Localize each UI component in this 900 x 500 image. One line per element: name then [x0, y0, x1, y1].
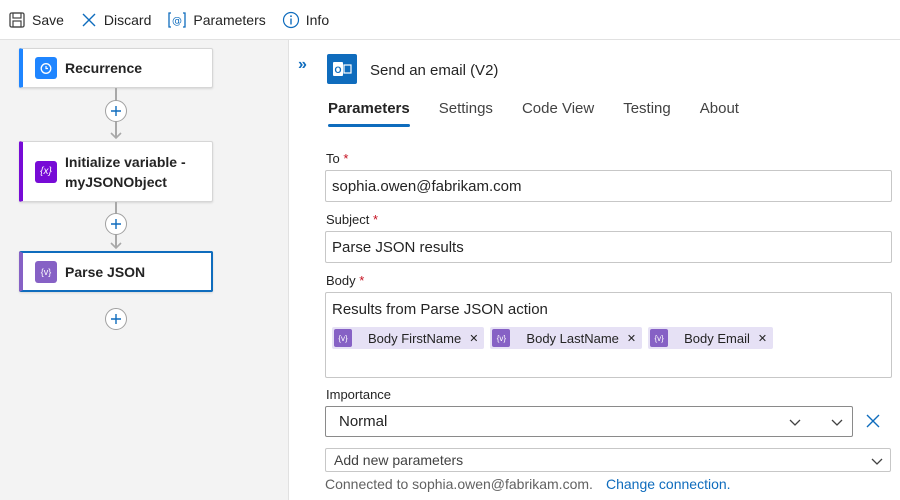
importance-label: Importance	[326, 387, 392, 402]
parse-json-title: Parse JSON	[65, 263, 146, 280]
arrow-down-icon	[110, 132, 122, 140]
parse-json-token-icon: {v}	[334, 329, 352, 347]
chevron-down-icon	[789, 419, 801, 426]
connection-status: Connected to sophia.owen@fabrikam.com.	[325, 476, 593, 492]
subject-label: Subject *	[326, 212, 379, 227]
body-label: Body *	[326, 273, 365, 288]
tab-code-view[interactable]: Code View	[522, 100, 594, 125]
add-new-parameters-placeholder: Add new parameters	[334, 452, 464, 468]
plus-icon	[111, 314, 121, 324]
variable-icon: {x}	[35, 160, 57, 183]
body-tokens: {v} Body FirstName ✕ {v} Body LastName ✕…	[332, 324, 885, 352]
tab-about[interactable]: About	[700, 100, 739, 125]
designer-canvas: Recurrence {x} Initialize variable - myJ…	[0, 40, 289, 500]
svg-text:@: @	[172, 16, 182, 27]
panel-tabs: Parameters Settings Code View Testing Ab…	[328, 100, 768, 127]
parse-json-token-icon: {v}	[650, 329, 669, 347]
to-value: sophia.owen@fabrikam.com	[332, 177, 522, 195]
add-step-button[interactable]	[105, 100, 127, 122]
alarm-clock-icon	[35, 57, 57, 79]
recurrence-card[interactable]: Recurrence	[19, 48, 213, 88]
plus-icon	[111, 106, 121, 116]
chevron-down-icon	[871, 458, 883, 465]
token-body-firstname[interactable]: {v} Body FirstName ✕	[332, 327, 485, 349]
token-body-lastname[interactable]: {v} Body LastName ✕	[490, 327, 643, 349]
parameters-label: Parameters	[193, 11, 266, 28]
arrow-down-icon	[110, 242, 122, 250]
add-new-parameters-dropdown[interactable]: Add new parameters	[325, 448, 891, 472]
importance-value: Normal	[339, 413, 388, 430]
required-marker: *	[359, 273, 365, 288]
body-field[interactable]: Results from Parse JSON action {v} Body …	[325, 292, 892, 378]
parameters-button[interactable]: @ Parameters	[167, 0, 266, 40]
initialize-variable-title-1: Initialize variable -	[65, 153, 186, 170]
parse-json-icon: {v}	[35, 260, 57, 283]
change-connection-link[interactable]: Change connection.	[606, 476, 731, 492]
to-field[interactable]: sophia.owen@fabrikam.com	[325, 170, 892, 202]
required-marker: *	[373, 212, 379, 227]
discard-button[interactable]: Discard	[80, 0, 151, 40]
initialize-variable-card[interactable]: {x} Initialize variable - myJSONObject	[19, 141, 213, 202]
toolbar: Save Discard @ Parameters Info	[0, 0, 900, 40]
clear-icon[interactable]	[865, 413, 881, 429]
tab-testing[interactable]: Testing	[623, 100, 671, 125]
chevron-down-icon	[831, 419, 843, 426]
body-text: Results from Parse JSON action	[332, 301, 548, 318]
plus-icon	[111, 219, 121, 229]
subject-value: Parse JSON results	[332, 238, 464, 256]
remove-token-icon[interactable]: ✕	[469, 332, 478, 345]
panel-title: Send an email (V2)	[370, 62, 499, 79]
save-button[interactable]: Save	[8, 0, 64, 40]
info-icon	[282, 11, 299, 28]
add-step-button[interactable]	[105, 213, 127, 235]
discard-label: Discard	[103, 11, 152, 28]
parameters-icon: @	[168, 11, 187, 28]
recurrence-title: Recurrence	[65, 60, 143, 76]
tab-settings[interactable]: Settings	[439, 100, 493, 125]
remove-token-icon[interactable]: ✕	[627, 332, 636, 345]
close-icon	[82, 13, 96, 26]
svg-text:O: O	[334, 65, 341, 75]
initialize-variable-title-2: myJSONObject	[65, 173, 167, 190]
to-label: To *	[326, 151, 349, 166]
token-body-email[interactable]: {v} Body Email ✕	[648, 327, 774, 349]
remove-token-icon[interactable]: ✕	[758, 332, 767, 345]
add-step-button[interactable]	[105, 308, 127, 330]
info-button[interactable]: Info	[282, 0, 329, 40]
parse-json-token-icon: {v}	[492, 329, 511, 347]
collapse-panel-icon[interactable]: »	[298, 56, 307, 74]
required-marker: *	[343, 151, 349, 166]
save-icon	[9, 11, 25, 28]
importance-dropdown[interactable]: Normal	[325, 406, 853, 437]
info-label: Info	[305, 11, 330, 28]
subject-field[interactable]: Parse JSON results	[325, 231, 892, 263]
action-details-panel: » O Send an email (V2) Parameters Settin…	[290, 40, 900, 500]
tab-parameters[interactable]: Parameters	[328, 100, 410, 127]
parse-json-card[interactable]: {v} Parse JSON	[19, 251, 213, 292]
save-label: Save	[32, 11, 64, 28]
outlook-icon: O	[327, 54, 357, 84]
